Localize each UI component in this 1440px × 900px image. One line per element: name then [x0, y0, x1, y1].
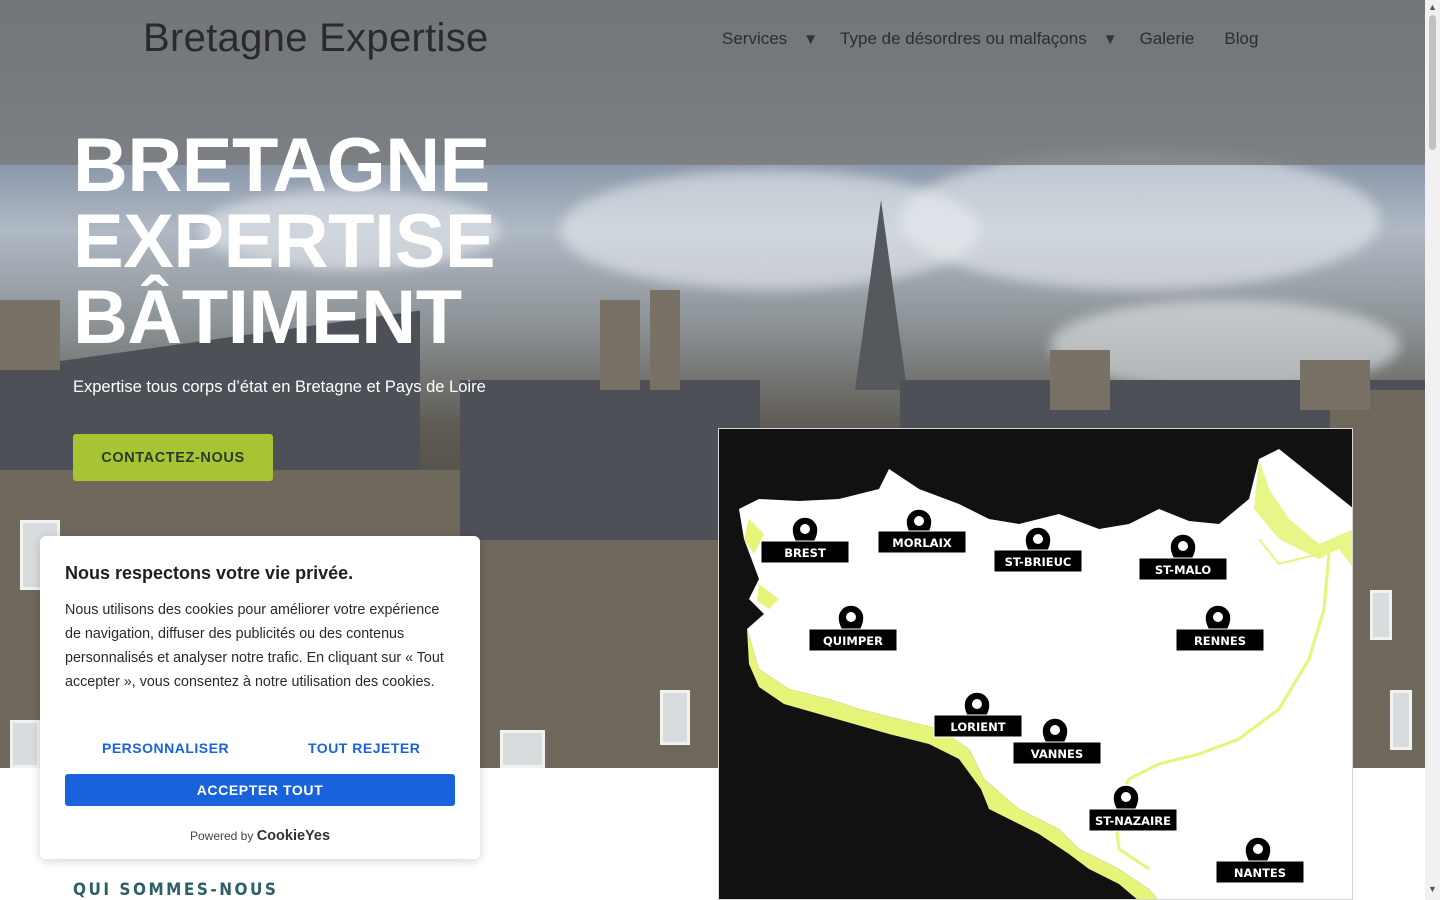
customize-button[interactable]: PERSONNALISER	[102, 740, 229, 756]
powered-by: Powered by CookieYes	[40, 828, 480, 844]
cookie-consent-banner: Nous respectons votre vie privée. Nous u…	[40, 536, 480, 859]
scrollbar-thumb[interactable]	[1429, 15, 1436, 150]
hero-subtitle: Expertise tous corps d’état en Bretagne …	[73, 378, 486, 396]
map-city-label: ST-MALO	[1138, 557, 1228, 581]
map-city-label: LORIENT	[933, 714, 1023, 738]
map-city-label: VANNES	[1012, 741, 1102, 765]
cookieyes-logo[interactable]: CookieYes	[257, 828, 330, 844]
brittany-map: BREST MORLAIX ST-BRIEUC ST-MALO QUIMPER RENNE…	[718, 428, 1353, 900]
scroll-up-arrow-icon[interactable]: ▲	[1428, 2, 1437, 12]
map-city-label: MORLAIX	[877, 530, 967, 554]
map-city-name: MORLAIX	[892, 536, 952, 550]
map-city-name: ST-BRIEUC	[1005, 555, 1072, 569]
map-city-name: BREST	[784, 546, 826, 560]
nav-item-desordres[interactable]: Type de désordres ou malfaçons ▼	[840, 29, 1140, 49]
map-city-label: ST-BRIEUC	[993, 549, 1083, 573]
map-city-name: ST-MALO	[1155, 563, 1211, 577]
hero-title-line: EXPERTISE	[73, 199, 496, 284]
page-scrollbar[interactable]: ▲ ▼	[1425, 0, 1440, 900]
hero-title-line: BÂTIMENT	[73, 275, 462, 360]
chevron-down-icon[interactable]: ▼	[803, 31, 818, 48]
main-nav: Services ▼ Type de désordres ou malfaçon…	[722, 29, 1258, 49]
nav-item-label: Galerie	[1139, 29, 1195, 48]
contact-button[interactable]: CONTACTEZ-NOUS	[73, 434, 273, 481]
chevron-down-icon[interactable]: ▼	[1103, 31, 1118, 48]
section-heading: QUI SOMMES-NOUS	[73, 880, 279, 900]
map-city-label: BREST	[760, 540, 850, 564]
map-city-name: QUIMPER	[823, 634, 883, 648]
map-city-name: RENNES	[1194, 634, 1246, 648]
accept-all-button[interactable]: ACCEPTER TOUT	[65, 774, 455, 806]
nav-item-label: Type de désordres ou malfaçons	[840, 29, 1087, 48]
nav-item-galerie[interactable]: Galerie	[1140, 29, 1195, 49]
nav-item-blog[interactable]: Blog	[1224, 29, 1258, 49]
map-city-name: ST-NAZAIRE	[1095, 814, 1171, 828]
site-title[interactable]: Bretagne Expertise	[143, 16, 489, 61]
map-city-name: LORIENT	[950, 720, 1005, 734]
cookie-description: Nous utilisons des cookies pour améliore…	[65, 602, 444, 690]
nav-item-label: Blog	[1224, 29, 1259, 48]
brittany-map-graphic: BREST MORLAIX ST-BRIEUC ST-MALO QUIMPER RENNE…	[719, 429, 1352, 899]
nav-item-services[interactable]: Services ▼	[722, 29, 840, 49]
scroll-down-arrow-icon[interactable]: ▼	[1428, 884, 1437, 894]
map-city-label: NANTES	[1215, 860, 1305, 884]
hero-title-line: BRETAGNE	[73, 123, 490, 208]
nav-item-label: Services	[722, 29, 788, 48]
hero-title: BRETAGNE EXPERTISE BÂTIMENT	[73, 123, 496, 360]
map-city-name: NANTES	[1234, 866, 1286, 880]
powered-by-text: Powered by	[189, 829, 254, 843]
reject-all-button[interactable]: TOUT REJETER	[308, 740, 420, 756]
map-city-name: VANNES	[1031, 747, 1083, 761]
cookie-title: Nous respectons votre vie privée.	[65, 563, 354, 583]
map-city-label: ST-NAZAIRE	[1088, 808, 1178, 832]
map-city-label: RENNES	[1175, 628, 1265, 652]
map-city-label: QUIMPER	[808, 628, 898, 652]
